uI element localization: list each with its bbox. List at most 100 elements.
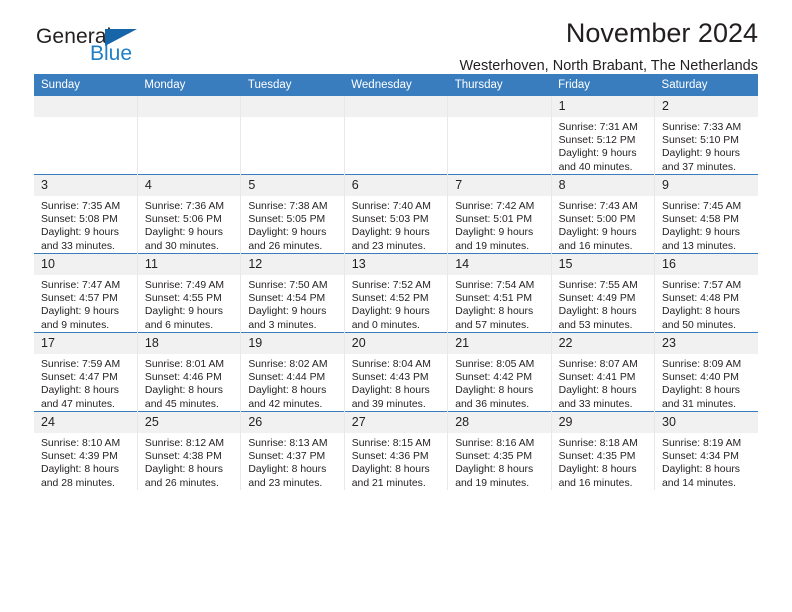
daylight-text-line2: and 57 minutes.: [455, 319, 530, 331]
day-number: 22: [551, 333, 655, 354]
day-cell[interactable]: 23 Sunrise: 8:09 AM Sunset: 4:40 PM Dayligh…: [654, 332, 758, 412]
day-cell[interactable]: 25 Sunrise: 8:12 AM Sunset: 4:38 PM Dayligh…: [136, 411, 241, 490]
general-blue-logo[interactable]: General Blue: [34, 26, 224, 72]
day-cell[interactable]: 24 Sunrise: 8:10 AM Sunset: 4:39 PM Dayligh…: [34, 411, 138, 490]
day-number: 18: [137, 333, 241, 354]
daylight-text-line1: Daylight: 8 hours: [455, 464, 534, 476]
day-cell[interactable]: 7 Sunrise: 7:42 AM Sunset: 5:01 PM Daylight…: [447, 174, 552, 254]
daylight-text-line2: and 33 minutes.: [41, 240, 115, 252]
day-details: Sunrise: 8:12 AM Sunset: 4:38 PM Daylight:…: [138, 433, 240, 490]
calendar-body: 1 Sunrise: 7:31 AM Sunset: 5:12 PM Daylight…: [34, 96, 758, 490]
sunrise-text: Sunrise: 8:09 AM: [662, 359, 742, 370]
day-details: Sunrise: 7:42 AM Sunset: 5:01 PM Daylight:…: [448, 196, 550, 253]
sunrise-text: Sunrise: 7:59 AM: [41, 359, 121, 370]
sunrise-text: Sunrise: 8:13 AM: [248, 438, 328, 449]
day-cell[interactable]: 27 Sunrise: 8:15 AM Sunset: 4:36 PM Dayligh…: [343, 411, 448, 490]
daylight-text-line1: Daylight: 8 hours: [455, 385, 534, 397]
sunset-text: Sunset: 4:48 PM: [662, 293, 739, 305]
day-cell[interactable]: 15 Sunrise: 7:55 AM Sunset: 4:49 PM Dayligh…: [550, 253, 655, 333]
day-cell[interactable]: 6 Sunrise: 7:40 AM Sunset: 5:03 PM Daylight…: [343, 174, 448, 254]
day-cell[interactable]: 30 Sunrise: 8:19 AM Sunset: 4:34 PM Dayligh…: [654, 411, 758, 490]
calendar-week-row: 1 Sunrise: 7:31 AM Sunset: 5:12 PM Daylight…: [34, 96, 758, 175]
day-details: Sunrise: 8:05 AM Sunset: 4:42 PM Daylight:…: [448, 354, 550, 411]
day-cell[interactable]: 20 Sunrise: 8:04 AM Sunset: 4:43 PM Dayligh…: [343, 332, 448, 412]
day-cell[interactable]: 12 Sunrise: 7:50 AM Sunset: 4:54 PM Dayligh…: [240, 253, 345, 333]
day-cell[interactable]: 13 Sunrise: 7:52 AM Sunset: 4:52 PM Dayligh…: [343, 253, 448, 333]
day-cell[interactable]: 29 Sunrise: 8:18 AM Sunset: 4:35 PM Dayligh…: [550, 411, 655, 490]
sunrise-text: Sunrise: 7:40 AM: [351, 201, 431, 212]
day-number: 7: [448, 175, 551, 196]
daylight-text-line1: Daylight: 9 hours: [41, 227, 119, 239]
daylight-text-line1: Daylight: 8 hours: [662, 306, 741, 318]
sunset-text: Sunset: 4:51 PM: [455, 293, 533, 305]
day-cell[interactable]: 21 Sunrise: 8:05 AM Sunset: 4:42 PM Dayligh…: [447, 332, 552, 412]
daylight-text-line2: and 31 minutes.: [662, 398, 736, 410]
sunset-text: Sunset: 4:43 PM: [351, 372, 429, 384]
day-details: Sunrise: 7:43 AM Sunset: 5:00 PM Daylight:…: [552, 196, 654, 253]
day-number: 9: [655, 175, 758, 196]
day-number: 24: [34, 412, 137, 433]
day-number: 20: [344, 333, 448, 354]
day-cell[interactable]: 17 Sunrise: 7:59 AM Sunset: 4:47 PM Dayligh…: [34, 332, 138, 412]
day-cell[interactable]: 8 Sunrise: 7:43 AM Sunset: 5:00 PM Daylight…: [550, 174, 655, 254]
sunset-text: Sunset: 4:37 PM: [248, 451, 326, 463]
sunrise-text: Sunrise: 8:10 AM: [41, 438, 121, 449]
day-cell[interactable]: 19 Sunrise: 8:02 AM Sunset: 4:44 PM Dayligh…: [240, 332, 345, 412]
daylight-text-line2: and 45 minutes.: [144, 398, 219, 410]
day-number: 28: [448, 412, 551, 433]
sunset-text: Sunset: 4:58 PM: [662, 214, 739, 226]
day-cell-empty: [34, 96, 138, 175]
day-cell[interactable]: 22 Sunrise: 8:07 AM Sunset: 4:41 PM Dayligh…: [550, 332, 655, 412]
daylight-text-line1: Daylight: 9 hours: [248, 306, 327, 318]
day-cell[interactable]: 16 Sunrise: 7:57 AM Sunset: 4:48 PM Dayligh…: [654, 253, 758, 333]
day-number: [241, 96, 344, 117]
daylight-text-line2: and 3 minutes.: [248, 319, 317, 331]
sunset-text: Sunset: 4:49 PM: [558, 293, 636, 305]
daylight-text-line1: Daylight: 9 hours: [144, 306, 223, 318]
day-details: Sunrise: 8:15 AM Sunset: 4:36 PM Daylight:…: [345, 433, 447, 490]
sunrise-text: Sunrise: 7:35 AM: [41, 201, 121, 212]
day-cell[interactable]: 10 Sunrise: 7:47 AM Sunset: 4:57 PM Dayligh…: [34, 253, 138, 333]
sunrise-text: Sunrise: 8:12 AM: [144, 438, 225, 449]
daylight-text-line1: Daylight: 9 hours: [248, 227, 327, 239]
daylight-text-line1: Daylight: 9 hours: [351, 227, 430, 239]
daylight-text-line2: and 47 minutes.: [41, 398, 115, 410]
day-cell[interactable]: 28 Sunrise: 8:16 AM Sunset: 4:35 PM Dayligh…: [447, 411, 552, 490]
day-details: Sunrise: 7:49 AM Sunset: 4:55 PM Daylight:…: [138, 275, 240, 332]
day-number: [448, 96, 551, 117]
sunrise-text: Sunrise: 7:57 AM: [662, 280, 742, 291]
daylight-text-line1: Daylight: 8 hours: [558, 306, 637, 318]
sunrise-text: Sunrise: 7:42 AM: [455, 201, 535, 212]
day-cell[interactable]: 11 Sunrise: 7:49 AM Sunset: 4:55 PM Dayligh…: [136, 253, 241, 333]
daylight-text-line1: Daylight: 8 hours: [558, 385, 637, 397]
day-details: Sunrise: 7:36 AM Sunset: 5:06 PM Daylight:…: [138, 196, 240, 253]
sunset-text: Sunset: 5:00 PM: [558, 214, 636, 226]
sunset-text: Sunset: 4:35 PM: [455, 451, 533, 463]
day-cell[interactable]: 9 Sunrise: 7:45 AM Sunset: 4:58 PM Daylight…: [654, 174, 758, 254]
daylight-text-line2: and 37 minutes.: [662, 161, 736, 173]
sunset-text: Sunset: 4:44 PM: [248, 372, 326, 384]
day-cell[interactable]: 26 Sunrise: 8:13 AM Sunset: 4:37 PM Dayligh…: [240, 411, 345, 490]
day-cell[interactable]: 2 Sunrise: 7:33 AM Sunset: 5:10 PM Daylight…: [654, 96, 758, 175]
day-details: Sunrise: 7:59 AM Sunset: 4:47 PM Daylight:…: [34, 354, 137, 411]
day-cell[interactable]: 3 Sunrise: 7:35 AM Sunset: 5:08 PM Daylight…: [34, 174, 138, 254]
day-cell-empty: [447, 96, 552, 175]
logo-text-blue: Blue: [90, 42, 133, 65]
daylight-text-line1: Daylight: 9 hours: [662, 227, 741, 239]
day-number: 16: [655, 254, 758, 275]
day-details: Sunrise: 7:35 AM Sunset: 5:08 PM Daylight:…: [34, 196, 137, 253]
day-cell[interactable]: 5 Sunrise: 7:38 AM Sunset: 5:05 PM Daylight…: [240, 174, 345, 254]
day-details: Sunrise: 7:50 AM Sunset: 4:54 PM Daylight:…: [241, 275, 343, 332]
daylight-text-line2: and 26 minutes.: [248, 240, 323, 252]
daylight-text-line1: Daylight: 8 hours: [248, 464, 327, 476]
page-subtitle: Westerhoven, North Brabant, The Netherla…: [459, 58, 759, 74]
daylight-text-line1: Daylight: 9 hours: [455, 227, 534, 239]
day-cell[interactable]: 18 Sunrise: 8:01 AM Sunset: 4:46 PM Dayligh…: [136, 332, 241, 412]
daylight-text-line1: Daylight: 8 hours: [455, 306, 534, 318]
day-number: 21: [448, 333, 551, 354]
day-cell[interactable]: 1 Sunrise: 7:31 AM Sunset: 5:12 PM Daylight…: [550, 96, 655, 175]
day-cell[interactable]: 4 Sunrise: 7:36 AM Sunset: 5:06 PM Daylight…: [136, 174, 241, 254]
sunrise-text: Sunrise: 7:43 AM: [558, 201, 638, 212]
day-cell[interactable]: 14 Sunrise: 7:54 AM Sunset: 4:51 PM Dayligh…: [447, 253, 552, 333]
day-number: 5: [241, 175, 344, 196]
